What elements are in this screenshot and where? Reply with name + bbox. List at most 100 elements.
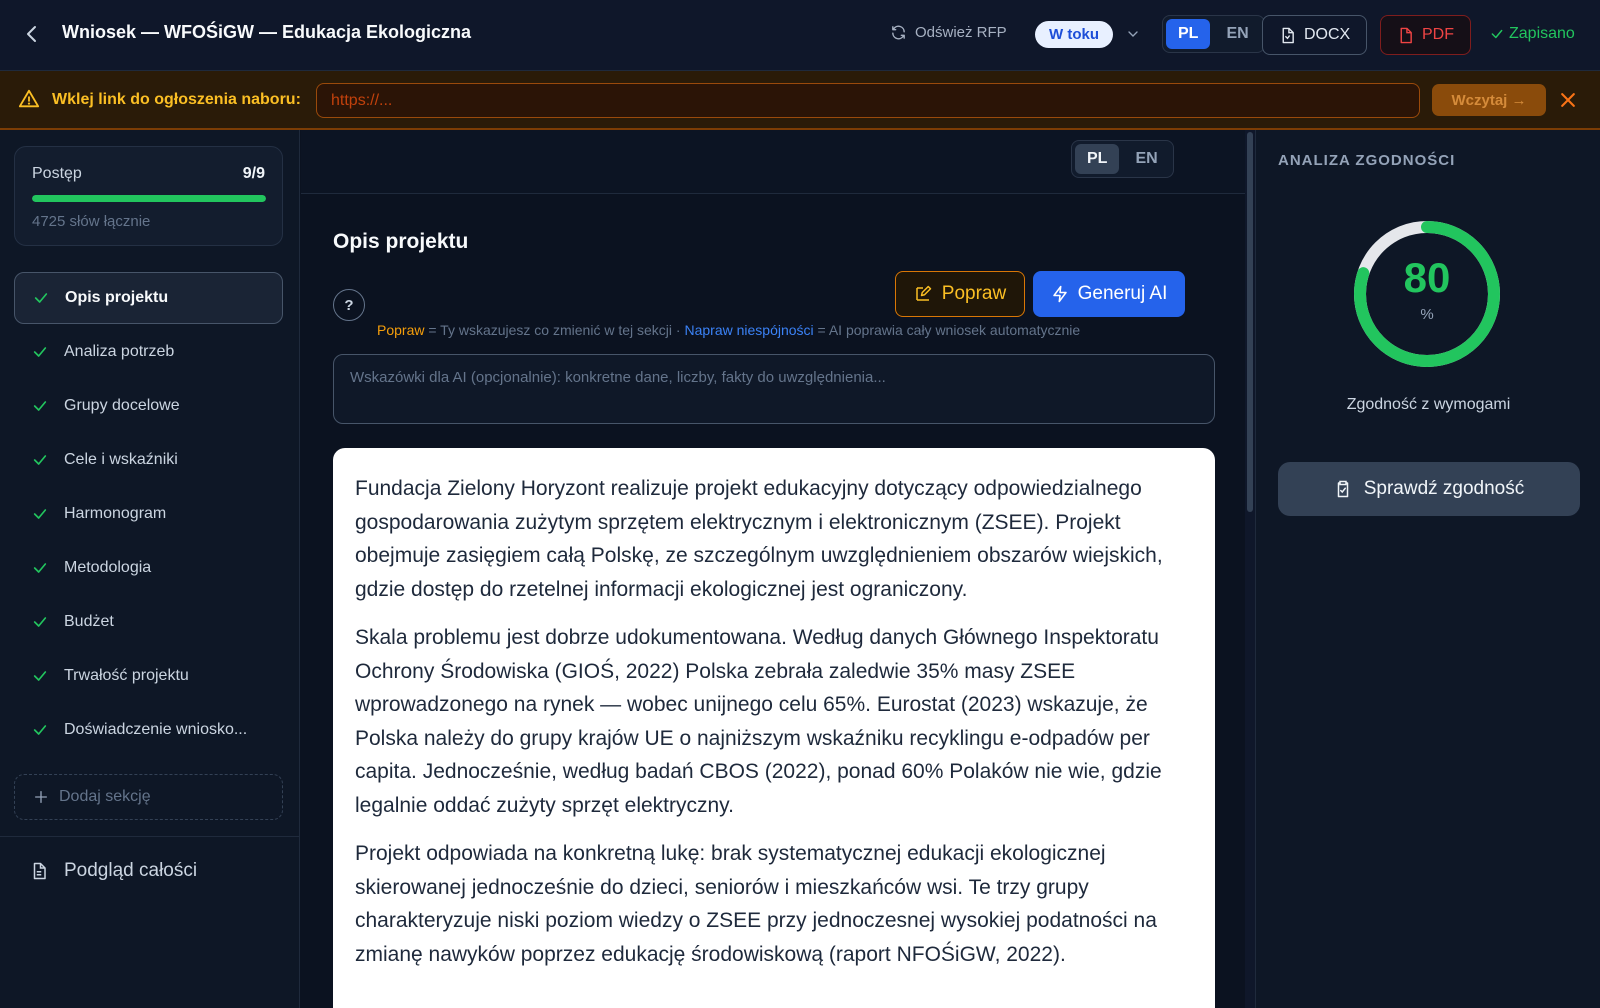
- progress-card: Postęp 9/9 4725 słów łącznie: [14, 146, 283, 246]
- preview-all-button[interactable]: Podgląd całości: [30, 860, 197, 882]
- close-icon: [1561, 93, 1575, 107]
- close-url-bar-button[interactable]: [1558, 90, 1578, 110]
- check-icon: [33, 347, 47, 357]
- header-lang-pl[interactable]: PL: [1166, 19, 1211, 49]
- check-icon: [33, 563, 47, 573]
- add-section-label: Dodaj sekcję: [59, 788, 151, 805]
- ai-hints-input[interactable]: [333, 354, 1215, 424]
- document-icon: [33, 862, 46, 880]
- sidebar-item[interactable]: Cele i wskaźniki: [14, 434, 283, 486]
- check-icon: [33, 671, 47, 681]
- check-icon: [34, 293, 48, 303]
- refresh-rfp-button[interactable]: Odśwież RFP: [890, 24, 1007, 41]
- fix-button[interactable]: Popraw: [895, 271, 1025, 317]
- edit-icon: [916, 285, 932, 301]
- check-compliance-label: Sprawdź zgodność: [1363, 478, 1525, 499]
- lightning-icon: [1052, 285, 1067, 303]
- sidebar-item-label: Opis projektu: [65, 289, 169, 306]
- sidebar-item-label: Harmonogram: [64, 505, 167, 522]
- sidebar-item[interactable]: Budżet: [14, 596, 283, 648]
- progress-count: 9/9: [242, 165, 265, 182]
- refresh-rfp-label: Odśwież RFP: [915, 24, 1007, 41]
- section-text-editor[interactable]: Fundacja Zielony Horyzont realizuje proj…: [333, 448, 1215, 1008]
- hint-repair-desc: = AI poprawia cały wniosek automatycznie: [813, 322, 1081, 338]
- check-icon: [33, 617, 47, 627]
- back-button[interactable]: [20, 22, 44, 46]
- load-rfp-button[interactable]: Wczytaj →: [1432, 84, 1546, 116]
- progress-bar-fill: [32, 195, 266, 202]
- status-badge[interactable]: W toku: [1035, 21, 1113, 48]
- scrollbar-thumb[interactable]: [1247, 132, 1253, 512]
- check-icon: [33, 509, 47, 519]
- check-icon: [33, 455, 47, 465]
- sidebar-item[interactable]: Opis projektu: [14, 272, 283, 324]
- add-section-button[interactable]: Dodaj sekcję: [14, 774, 283, 820]
- rfp-url-input[interactable]: [316, 83, 1420, 118]
- sidebar-item[interactable]: Metodologia: [14, 542, 283, 594]
- sidebar-item-label: Trwałość projektu: [64, 667, 189, 684]
- export-pdf-button[interactable]: PDF: [1380, 15, 1471, 55]
- export-pdf-label: PDF: [1422, 26, 1454, 43]
- section-title: Opis projektu: [333, 230, 469, 253]
- check-icon: [33, 725, 47, 735]
- section-editor: PL EN Opis projektu ? Popraw Generuj AI …: [301, 130, 1245, 1008]
- header-lang-en[interactable]: EN: [1214, 19, 1260, 49]
- sidebar-item-label: Analiza potrzeb: [64, 343, 175, 360]
- sidebar-item[interactable]: Harmonogram: [14, 488, 283, 540]
- sidebar-item-label: Cele i wskaźniki: [64, 451, 178, 468]
- preview-all-label: Podgląd całości: [64, 860, 198, 881]
- progress-label: Postęp: [32, 165, 82, 182]
- content-language-toggle: PL EN: [1071, 140, 1174, 178]
- editor-paragraph: Skala problemu jest dobrze udokumentowan…: [355, 626, 1162, 817]
- section-nav: Opis projektu Analiza potrzeb Grupy docelo…: [14, 272, 283, 758]
- export-docx-button[interactable]: DOCX: [1262, 15, 1368, 55]
- sidebar-item[interactable]: Doświadczenie wniosko...: [14, 704, 283, 756]
- action-hint: Popraw = Ty wskazujesz co zmienić w tej …: [377, 322, 1080, 338]
- sidebar-item-label: Budżet: [64, 613, 114, 630]
- editor-paragraph: Fundacja Zielony Horyzont realizuje proj…: [355, 477, 1163, 601]
- compliance-gauge: 80 %: [1351, 218, 1503, 370]
- saved-label: Zapisano: [1509, 25, 1575, 42]
- sidebar-item-label: Grupy docelowe: [64, 397, 180, 414]
- content-lang-pl[interactable]: PL: [1075, 144, 1120, 174]
- editor-topbar: PL EN: [301, 130, 1245, 194]
- rfp-url-bar: Wklej link do ogłoszenia naboru: Wczytaj…: [0, 71, 1600, 130]
- status-dropdown[interactable]: [1125, 26, 1141, 42]
- sections-sidebar: Postęp 9/9 4725 słów łącznie Opis projek…: [0, 130, 300, 1008]
- compliance-panel: ANALIZA ZGODNOŚCI 80 % Zgodność z wymoga…: [1255, 130, 1600, 1008]
- compliance-title: ANALIZA ZGODNOŚCI: [1278, 152, 1456, 169]
- editor-scrollbar[interactable]: [1245, 130, 1255, 1008]
- clipboard-check-icon: [1337, 480, 1348, 498]
- document-icon: [1282, 27, 1294, 43]
- export-docx-label: DOCX: [1304, 26, 1351, 43]
- hint-repair-term[interactable]: Napraw niespójności: [684, 322, 813, 338]
- check-compliance-button[interactable]: Sprawdź zgodność: [1278, 462, 1580, 516]
- warning-icon: [18, 88, 40, 110]
- check-icon: [33, 401, 47, 411]
- refresh-icon: [892, 25, 905, 40]
- saved-indicator: Zapisano: [1490, 25, 1575, 43]
- hint-fix-term: Popraw: [377, 322, 425, 338]
- generate-ai-button[interactable]: Generuj AI: [1033, 271, 1185, 317]
- sidebar-item[interactable]: Trwałość projektu: [14, 650, 283, 702]
- hint-fix-desc: = Ty wskazujesz co zmienić w tej sekcji: [424, 322, 673, 338]
- page-title: Wniosek — WFOŚiGW — Edukacja Ekologiczna: [62, 22, 472, 42]
- content-lang-en[interactable]: EN: [1123, 144, 1169, 174]
- sidebar-divider: [0, 836, 300, 837]
- chevron-down-icon: [1128, 31, 1138, 37]
- header-language-toggle: PL EN: [1162, 15, 1265, 53]
- compliance-unit: %: [1420, 306, 1434, 323]
- progress-bar: [32, 195, 266, 202]
- sidebar-item-label: Metodologia: [64, 559, 152, 576]
- word-count: 4725 słów łącznie: [32, 213, 151, 230]
- sidebar-item[interactable]: Analiza potrzeb: [14, 326, 283, 378]
- compliance-caption: Zgodność z wymogami: [1346, 396, 1511, 413]
- generate-ai-label: Generuj AI: [1077, 283, 1168, 304]
- compliance-score: 80: [1403, 254, 1451, 301]
- hint-separator: ·: [672, 322, 685, 338]
- help-button[interactable]: ?: [333, 289, 365, 321]
- plus-icon: [35, 791, 47, 803]
- sidebar-item[interactable]: Grupy docelowe: [14, 380, 283, 432]
- rfp-url-label: Wklej link do ogłoszenia naboru:: [52, 91, 301, 108]
- pdf-file-icon: [1400, 27, 1412, 43]
